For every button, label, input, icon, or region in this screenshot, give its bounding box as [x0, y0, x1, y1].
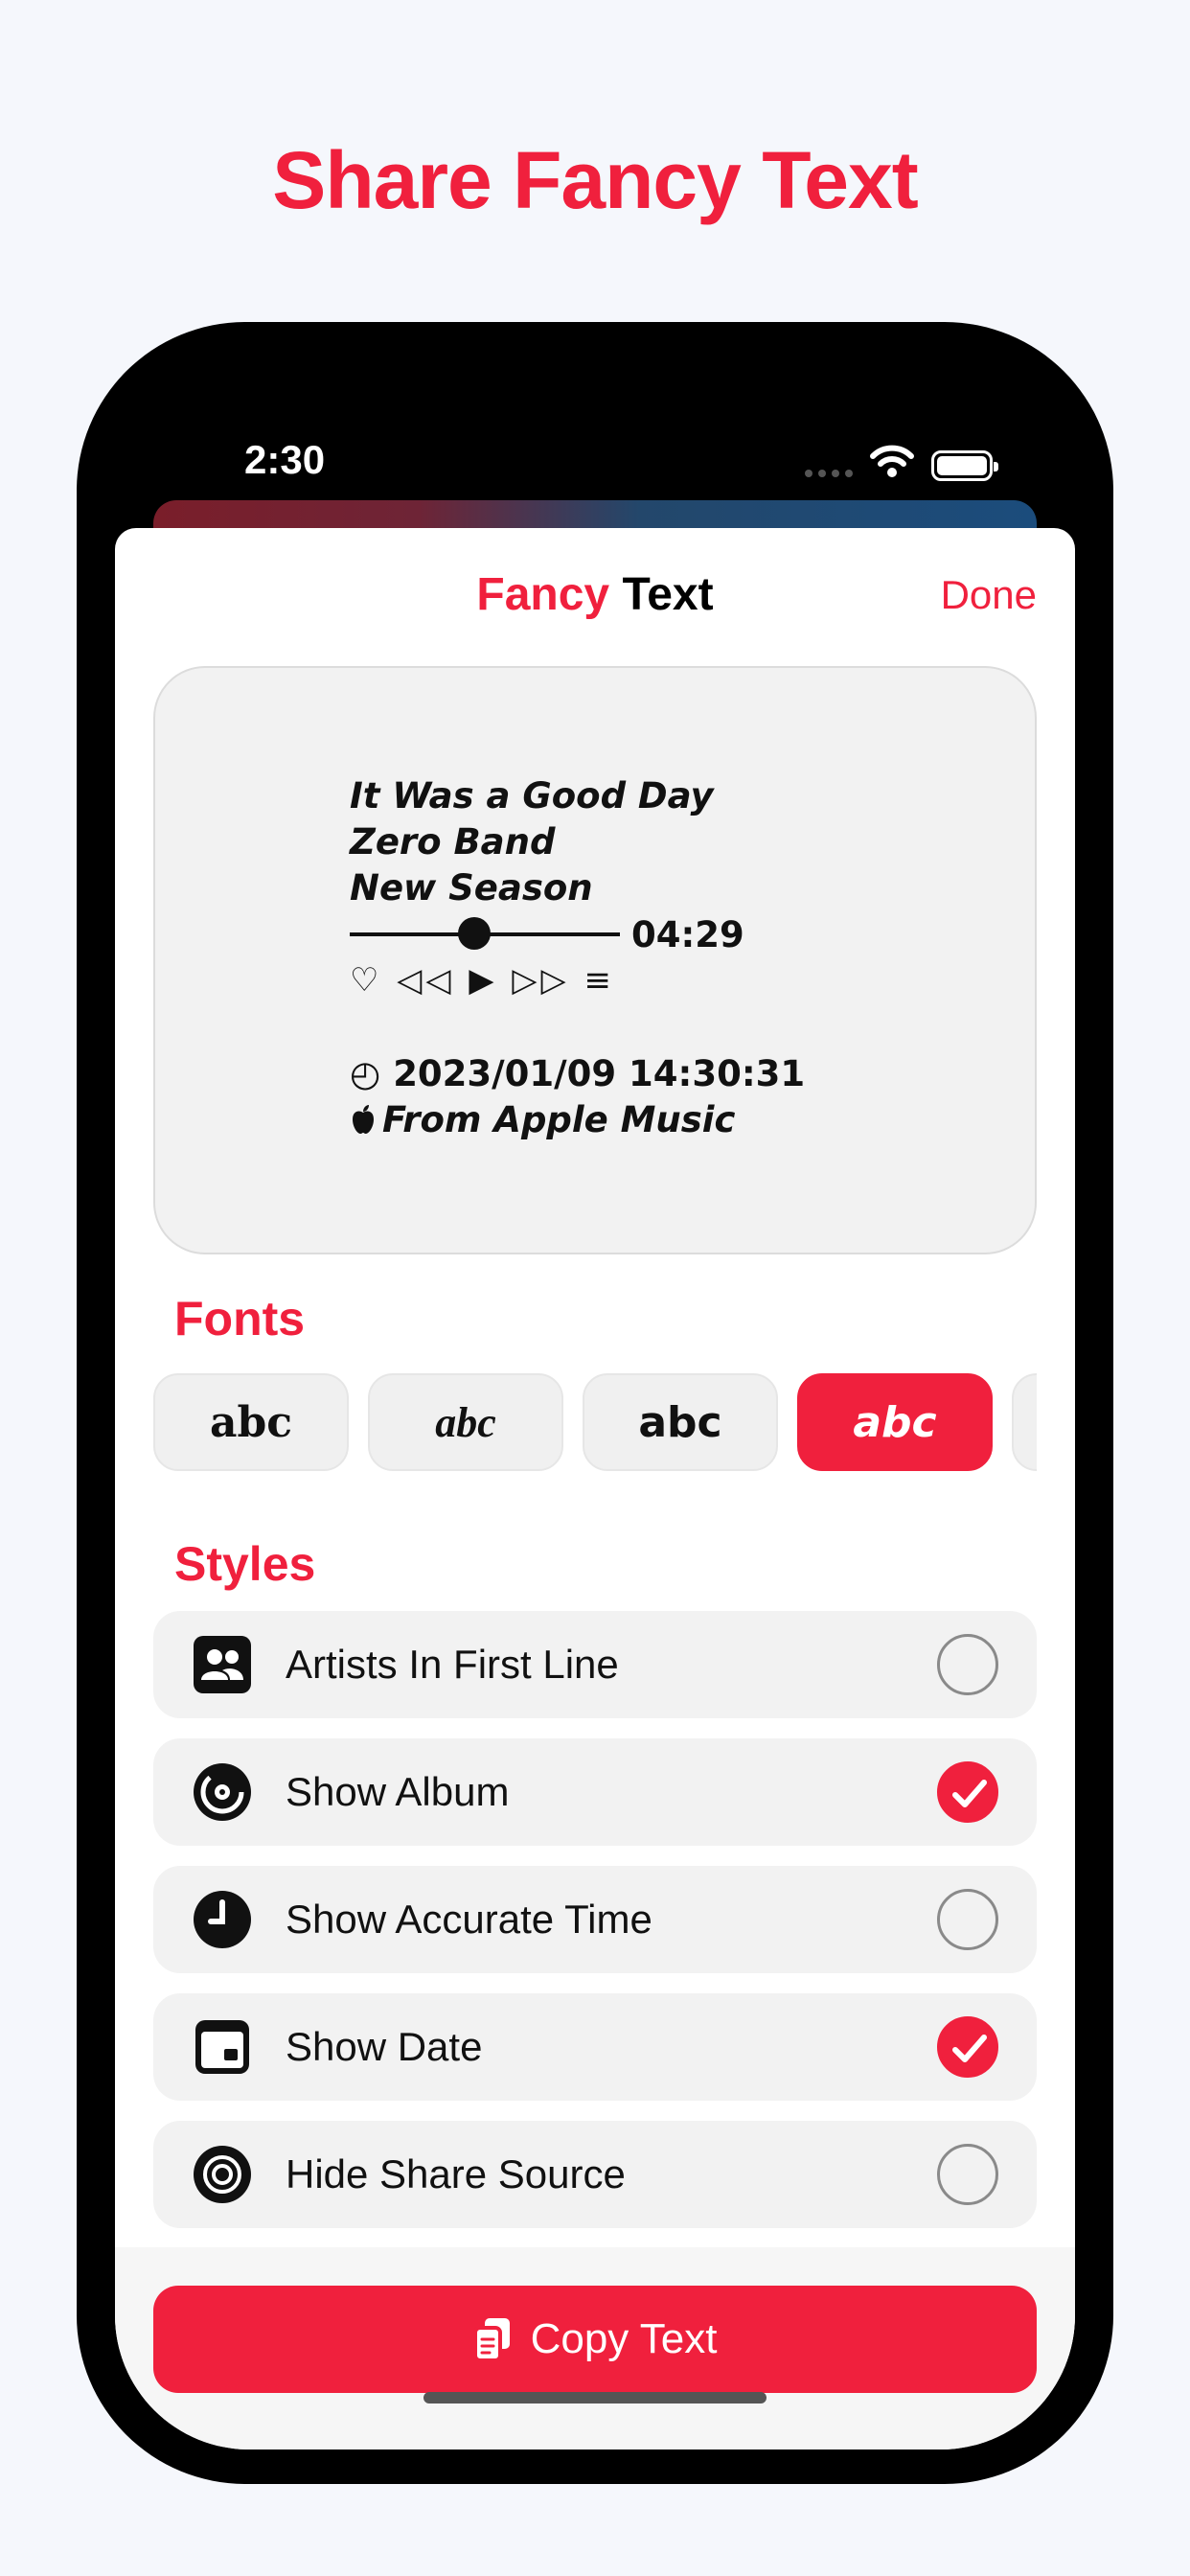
- font-chip-more[interactable]: [1012, 1373, 1037, 1471]
- style-label: Show Album: [286, 1769, 510, 1814]
- style-row-accurate-time[interactable]: Show Accurate Time: [153, 1866, 1037, 1973]
- sheet-title: Fancy Text: [115, 568, 1075, 621]
- title-rest: Text: [622, 569, 714, 620]
- fonts-section-title: Fonts: [174, 1292, 306, 1346]
- cellular-signal-icon: [805, 470, 853, 477]
- style-row-hide-source[interactable]: Hide Share Source: [153, 2121, 1037, 2228]
- fancy-text-sheet: Fancy Text Done It Was a Good Day Zero B…: [115, 528, 1075, 2450]
- phone-frame: 2:30 Fancy Text Done It Was a Good Day Z…: [77, 322, 1113, 2484]
- style-row-artists-first[interactable]: Artists In First Line: [153, 1611, 1037, 1718]
- preview-artist: Zero Band: [350, 821, 556, 862]
- preview-text: It Was a Good Day Zero Band New Season 0…: [350, 773, 805, 1143]
- style-label: Hide Share Source: [286, 2151, 626, 2196]
- home-indicator[interactable]: [423, 2392, 767, 2404]
- people-icon: [194, 1636, 251, 1693]
- style-checkbox[interactable]: [937, 2144, 998, 2205]
- music-source-icon: [194, 2146, 251, 2203]
- checkmark-icon: [952, 2035, 987, 2062]
- font-chip-blackletter[interactable]: abc: [153, 1373, 349, 1471]
- progress-track: [350, 917, 620, 950]
- checkmark-icon: [952, 1780, 987, 1807]
- bottom-action-bar: Copy Text: [115, 2247, 1075, 2450]
- calendar-icon: [195, 2020, 249, 2074]
- battery-icon: [931, 450, 998, 481]
- copy-text-button[interactable]: Copy Text: [153, 2286, 1037, 2393]
- clock-icon: [194, 1891, 251, 1948]
- preview-source: From Apple Music: [350, 1097, 805, 1143]
- font-picker: abc abc abc abc: [153, 1373, 1037, 1471]
- font-chip-italic-selected[interactable]: abc: [797, 1373, 993, 1471]
- style-label: Show Accurate Time: [286, 1897, 652, 1942]
- preview-progress: 04:29: [350, 911, 805, 957]
- style-checkbox-checked[interactable]: [937, 2016, 998, 2078]
- preview-source-text: From Apple Music: [382, 1099, 736, 1140]
- progress-knob: [458, 917, 491, 950]
- text-preview-card: It Was a Good Day Zero Band New Season 0…: [153, 666, 1037, 1254]
- preview-datetime: ◴ 2023/01/09 14:30:31: [350, 1051, 805, 1097]
- style-label: Artists In First Line: [286, 1642, 619, 1687]
- style-label: Show Date: [286, 2024, 483, 2069]
- font-chip-script[interactable]: abc: [368, 1373, 563, 1471]
- preview-song: It Was a Good Day: [350, 775, 714, 816]
- style-checkbox[interactable]: [937, 1634, 998, 1695]
- status-time: 2:30: [244, 437, 326, 482]
- preview-controls: ♡ ◁◁ ▶ ▷▷ ≡: [350, 961, 615, 1000]
- styles-section-title: Styles: [174, 1537, 316, 1591]
- style-row-show-date[interactable]: Show Date: [153, 1993, 1037, 2101]
- phone-screen: 2:30 Fancy Text Done It Was a Good Day Z…: [115, 356, 1075, 2450]
- style-checkbox[interactable]: [937, 1889, 998, 1950]
- preview-datetime-text: 2023/01/09 14:30:31: [393, 1053, 806, 1094]
- done-button[interactable]: Done: [941, 572, 1037, 618]
- preview-duration: 04:29: [631, 913, 744, 955]
- font-chip-bold[interactable]: abc: [583, 1373, 778, 1471]
- copy-icon: [472, 2318, 510, 2362]
- headline: Share Fancy Text: [272, 135, 918, 225]
- wifi-icon: [870, 445, 914, 477]
- style-row-show-album[interactable]: Show Album: [153, 1738, 1037, 1846]
- preview-album: New Season: [350, 867, 593, 908]
- apple-logo-icon: [353, 1105, 374, 1134]
- title-accent: Fancy: [476, 569, 610, 620]
- style-checkbox-checked[interactable]: [937, 1761, 998, 1823]
- album-icon: [194, 1763, 251, 1821]
- clock-glyph-icon: ◴: [350, 1053, 381, 1094]
- copy-text-label: Copy Text: [530, 2315, 718, 2362]
